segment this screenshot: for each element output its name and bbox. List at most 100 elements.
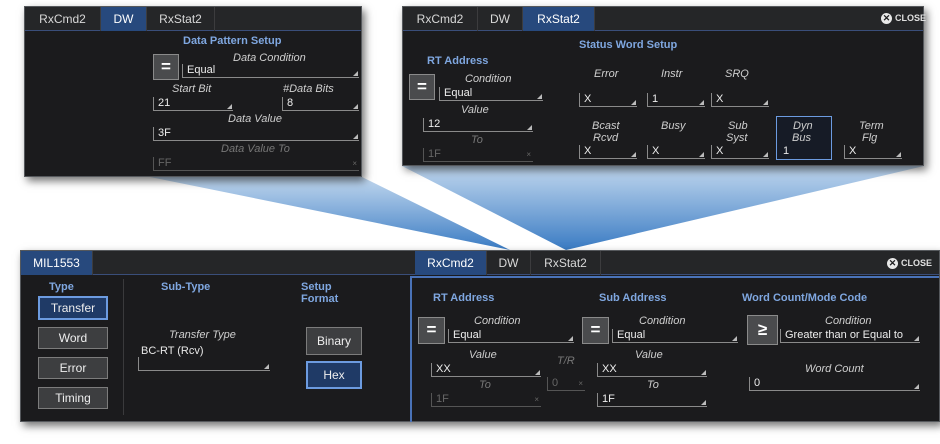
dropdown-arrow-icon bbox=[631, 100, 636, 105]
status-bit-subsyst-select[interactable]: X bbox=[711, 145, 769, 159]
subtype-header: Sub-Type bbox=[161, 281, 211, 293]
status-bit-termflg-value: X bbox=[849, 145, 857, 157]
setup-format-header-2: Format bbox=[301, 293, 339, 305]
status-bit-subsyst-value: X bbox=[716, 145, 724, 157]
transfer-type-label: Transfer Type bbox=[169, 329, 236, 341]
status-bit-srq-value: X bbox=[716, 93, 724, 105]
num-bits-label: #Data Bits bbox=[283, 83, 334, 95]
rt-to-label: To bbox=[471, 134, 483, 146]
status-bit-label-srq: SRQ bbox=[725, 68, 749, 80]
rt-value-field[interactable]: XX bbox=[431, 363, 541, 377]
tab-rxcmd2[interactable]: RxCmd2 bbox=[415, 251, 487, 275]
format-binary-button[interactable]: Binary bbox=[306, 327, 362, 355]
status-bit-busy-select[interactable]: X bbox=[647, 145, 705, 159]
rt-condition-select[interactable]: Equal bbox=[439, 87, 543, 101]
dropdown-arrow-icon bbox=[353, 71, 358, 76]
close-button[interactable]: ✕ CLOSE bbox=[887, 258, 932, 269]
main-panel: MIL1553 RxCmd2 DW RxStat2 ✕ CLOSE Type Tr… bbox=[20, 250, 940, 422]
transfer-type-select[interactable] bbox=[138, 357, 270, 371]
tab-rxstat2[interactable]: RxStat2 bbox=[531, 251, 601, 275]
close-label: CLOSE bbox=[901, 258, 933, 268]
data-value: 3F bbox=[158, 127, 171, 139]
tab-dw[interactable]: DW bbox=[101, 7, 147, 31]
type-word-button[interactable]: Word bbox=[38, 327, 108, 349]
status-bit-label-error: Error bbox=[594, 68, 619, 80]
data-value-field[interactable]: 3F bbox=[153, 127, 359, 141]
close-label: CLOSE bbox=[895, 13, 927, 23]
dropdown-arrow-icon bbox=[227, 104, 232, 109]
dropdown-arrow-icon bbox=[701, 370, 706, 375]
start-bit-value: 21 bbox=[158, 97, 171, 109]
tab-mil1553[interactable]: MIL1553 bbox=[21, 251, 93, 275]
rt-value-field[interactable]: 12 bbox=[423, 118, 533, 132]
dw-popup-tabbar: RxCmd2 DW RxStat2 bbox=[25, 7, 361, 31]
tab-rxcmd2[interactable]: RxCmd2 bbox=[403, 7, 478, 31]
wc-condition-select[interactable]: Greater than or Equal to bbox=[780, 329, 920, 343]
status-bit-label-term: Term bbox=[859, 120, 884, 132]
status-bit-label-bcast: Bcast bbox=[592, 120, 620, 132]
tab-rxstat2[interactable]: RxStat2 bbox=[523, 7, 595, 31]
tab-rxstat2[interactable]: RxStat2 bbox=[147, 7, 215, 31]
status-bit-instr-select[interactable]: 1 bbox=[647, 93, 705, 107]
status-bit-error-select[interactable]: X bbox=[579, 93, 637, 107]
setup-format-header-1: Setup bbox=[301, 281, 332, 293]
rt-value: XX bbox=[436, 363, 451, 375]
sa-condition-value: Equal bbox=[617, 329, 646, 341]
status-bit-label-busy: Busy bbox=[661, 120, 686, 132]
num-bits-select[interactable]: 8 bbox=[282, 97, 359, 111]
dropdown-arrow-icon bbox=[914, 384, 919, 389]
rt-condition-equals-button[interactable]: = bbox=[418, 317, 445, 344]
tab-dw[interactable]: DW bbox=[487, 251, 531, 275]
start-bit-select[interactable]: 21 bbox=[153, 97, 233, 111]
sa-condition-select[interactable]: Equal bbox=[612, 329, 738, 343]
status-bit-label-rcvd: Rcvd bbox=[593, 132, 619, 144]
status-bit-busy-value: X bbox=[652, 145, 660, 157]
type-header: Type bbox=[49, 281, 74, 293]
data-condition-equals-button[interactable]: = bbox=[153, 54, 179, 80]
rt-condition-label: Condition bbox=[474, 315, 521, 327]
status-bit-srq-select[interactable]: X bbox=[711, 93, 769, 107]
status-bit-label-sub: Sub bbox=[728, 120, 748, 132]
status-bit-bcast-value: X bbox=[584, 145, 592, 157]
start-bit-label: Start Bit bbox=[172, 83, 212, 95]
word-count-label: Word Count bbox=[805, 363, 864, 375]
rt-condition-equals-button[interactable]: = bbox=[409, 74, 435, 100]
tab-rxcmd2[interactable]: RxCmd2 bbox=[25, 7, 101, 31]
dropdown-arrow-icon bbox=[535, 370, 540, 375]
rt-to-field: 1F × bbox=[423, 148, 533, 162]
dropdown-arrow-icon bbox=[353, 104, 358, 109]
tab-dw[interactable]: DW bbox=[478, 7, 523, 31]
tr-value: 0 bbox=[552, 377, 559, 389]
word-count-field[interactable]: 0 bbox=[749, 377, 920, 391]
type-transfer-button[interactable]: Transfer bbox=[38, 296, 108, 320]
close-small-icon: × bbox=[352, 159, 357, 168]
sa-value-field[interactable]: XX bbox=[597, 363, 707, 377]
dropdown-arrow-icon bbox=[763, 100, 768, 105]
dropdown-arrow-icon bbox=[896, 152, 901, 157]
wc-condition-gte-button[interactable]: ≥ bbox=[747, 315, 778, 345]
sa-value-label: Value bbox=[635, 349, 663, 361]
rt-to-label: To bbox=[479, 379, 491, 391]
format-hex-button[interactable]: Hex bbox=[306, 361, 362, 389]
wc-condition-label: Condition bbox=[825, 315, 872, 327]
rxstat2-popup: RxCmd2 DW RxStat2 ✕ CLOSE Status Word Set… bbox=[402, 6, 926, 166]
status-bit-termflg-select[interactable]: X bbox=[844, 145, 902, 159]
rt-condition-value: Equal bbox=[453, 329, 482, 341]
rt-value-label: Value bbox=[469, 349, 497, 361]
dropdown-arrow-icon bbox=[527, 125, 532, 130]
word-count-value: 0 bbox=[754, 377, 761, 389]
dropdown-arrow-icon bbox=[264, 364, 269, 369]
close-button[interactable]: ✕ CLOSE bbox=[881, 13, 926, 24]
dropdown-arrow-icon bbox=[732, 336, 737, 341]
type-error-button[interactable]: Error bbox=[38, 357, 108, 379]
data-condition-select[interactable]: Equal bbox=[182, 64, 359, 78]
status-bit-bcast-select[interactable]: X bbox=[579, 145, 637, 159]
sa-condition-label: Condition bbox=[639, 315, 686, 327]
rt-condition-select[interactable]: Equal bbox=[448, 329, 574, 343]
sub-address-title: Sub Address bbox=[599, 292, 667, 304]
type-timing-button[interactable]: Timing bbox=[38, 387, 108, 409]
dropdown-arrow-icon bbox=[699, 152, 704, 157]
rt-condition-value: Equal bbox=[444, 87, 473, 99]
sa-condition-equals-button[interactable]: = bbox=[582, 317, 609, 344]
sa-to-field[interactable]: 1F bbox=[597, 393, 707, 407]
